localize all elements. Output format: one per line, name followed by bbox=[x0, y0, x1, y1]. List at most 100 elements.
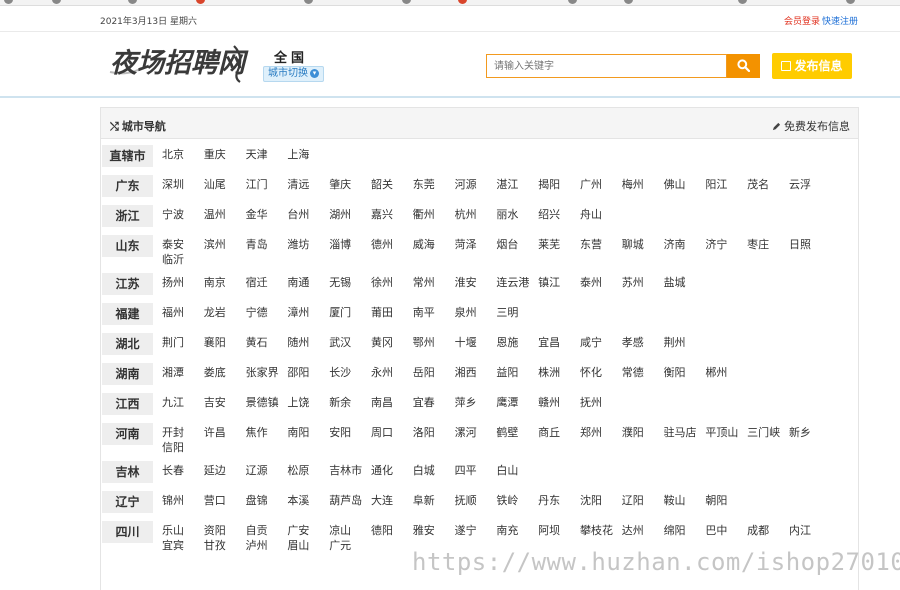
bookmark-item[interactable] bbox=[4, 0, 16, 5]
city-link[interactable]: 南平 bbox=[413, 305, 455, 320]
city-link[interactable]: 佛山 bbox=[664, 177, 706, 192]
city-link[interactable]: 泉州 bbox=[455, 305, 497, 320]
city-link[interactable]: 开封 bbox=[162, 425, 204, 440]
city-link[interactable]: 许昌 bbox=[204, 425, 246, 440]
city-link[interactable]: 萍乡 bbox=[455, 395, 497, 410]
city-link[interactable]: 荆州 bbox=[664, 335, 706, 350]
city-link[interactable]: 新乡 bbox=[789, 425, 831, 440]
city-link[interactable]: 鹰潭 bbox=[496, 395, 538, 410]
city-link[interactable]: 深圳 bbox=[162, 177, 204, 192]
city-link[interactable]: 三门峡 bbox=[747, 425, 789, 440]
city-link[interactable]: 怀化 bbox=[580, 365, 622, 380]
city-link[interactable]: 随州 bbox=[287, 335, 329, 350]
city-link[interactable]: 南昌 bbox=[371, 395, 413, 410]
city-link[interactable]: 镇江 bbox=[538, 275, 580, 290]
city-link[interactable]: 信阳 bbox=[162, 440, 204, 455]
city-link[interactable]: 绵阳 bbox=[664, 523, 706, 538]
city-link[interactable]: 河源 bbox=[455, 177, 497, 192]
city-link[interactable]: 长春 bbox=[162, 463, 204, 478]
city-link[interactable]: 乐山 bbox=[162, 523, 204, 538]
city-link[interactable]: 枣庄 bbox=[747, 237, 789, 252]
city-link[interactable]: 雅安 bbox=[413, 523, 455, 538]
city-link[interactable]: 南通 bbox=[287, 275, 329, 290]
city-link[interactable]: 苏州 bbox=[622, 275, 664, 290]
city-link[interactable]: 东莞 bbox=[413, 177, 455, 192]
city-link[interactable]: 吉安 bbox=[204, 395, 246, 410]
city-link[interactable]: 抚州 bbox=[580, 395, 622, 410]
city-link[interactable]: 梅州 bbox=[622, 177, 664, 192]
city-link[interactable]: 阿坝 bbox=[538, 523, 580, 538]
city-link[interactable]: 台州 bbox=[287, 207, 329, 222]
city-link[interactable]: 商丘 bbox=[538, 425, 580, 440]
city-link[interactable]: 丽水 bbox=[496, 207, 538, 222]
bookmark-item[interactable] bbox=[846, 0, 858, 5]
city-link[interactable]: 绍兴 bbox=[538, 207, 580, 222]
city-link[interactable]: 重庆 bbox=[204, 147, 246, 162]
city-link[interactable]: 黄冈 bbox=[371, 335, 413, 350]
city-link[interactable]: 吉林市 bbox=[329, 463, 371, 478]
free-publish-link[interactable]: 免费发布信息 bbox=[772, 118, 850, 134]
city-link[interactable]: 攀枝花 bbox=[580, 523, 622, 538]
city-link[interactable]: 湘西 bbox=[455, 365, 497, 380]
city-link[interactable]: 宜宾 bbox=[162, 538, 204, 553]
city-link[interactable]: 广安 bbox=[287, 523, 329, 538]
city-link[interactable]: 赣州 bbox=[538, 395, 580, 410]
city-link[interactable]: 金华 bbox=[246, 207, 288, 222]
city-link[interactable]: 抚顺 bbox=[455, 493, 497, 508]
city-link[interactable]: 广元 bbox=[329, 538, 371, 553]
city-link[interactable]: 青岛 bbox=[246, 237, 288, 252]
city-link[interactable]: 淄博 bbox=[329, 237, 371, 252]
city-link[interactable]: 漳州 bbox=[287, 305, 329, 320]
bookmark-item[interactable] bbox=[128, 0, 140, 5]
city-link[interactable]: 南阳 bbox=[287, 425, 329, 440]
city-link[interactable]: 徐州 bbox=[371, 275, 413, 290]
city-link[interactable]: 淮安 bbox=[455, 275, 497, 290]
city-link[interactable]: 阜新 bbox=[413, 493, 455, 508]
city-link[interactable]: 四平 bbox=[455, 463, 497, 478]
city-link[interactable]: 恩施 bbox=[496, 335, 538, 350]
city-link[interactable]: 济宁 bbox=[705, 237, 747, 252]
city-link[interactable]: 揭阳 bbox=[538, 177, 580, 192]
city-link[interactable]: 松原 bbox=[287, 463, 329, 478]
city-link[interactable]: 烟台 bbox=[496, 237, 538, 252]
city-link[interactable]: 江门 bbox=[246, 177, 288, 192]
city-link[interactable]: 凉山 bbox=[329, 523, 371, 538]
city-link[interactable]: 菏泽 bbox=[455, 237, 497, 252]
city-link[interactable]: 武汉 bbox=[329, 335, 371, 350]
city-link[interactable]: 黄石 bbox=[246, 335, 288, 350]
city-link[interactable]: 岳阳 bbox=[413, 365, 455, 380]
city-link[interactable]: 舟山 bbox=[580, 207, 622, 222]
city-link[interactable]: 南京 bbox=[204, 275, 246, 290]
bookmark-item[interactable] bbox=[304, 0, 316, 5]
city-link[interactable]: 泰州 bbox=[580, 275, 622, 290]
city-link[interactable]: 本溪 bbox=[287, 493, 329, 508]
city-link[interactable]: 肇庆 bbox=[329, 177, 371, 192]
city-link[interactable]: 潍坊 bbox=[287, 237, 329, 252]
city-link[interactable]: 周口 bbox=[371, 425, 413, 440]
bookmark-item[interactable] bbox=[52, 0, 64, 5]
city-link[interactable]: 临沂 bbox=[162, 252, 204, 267]
city-link[interactable]: 葫芦岛 bbox=[329, 493, 371, 508]
city-link[interactable]: 莆田 bbox=[371, 305, 413, 320]
city-link[interactable]: 延边 bbox=[204, 463, 246, 478]
city-link[interactable]: 鄂州 bbox=[413, 335, 455, 350]
city-link[interactable]: 泰安 bbox=[162, 237, 204, 252]
city-link[interactable]: 北京 bbox=[162, 147, 204, 162]
search-input[interactable] bbox=[486, 54, 727, 78]
city-link[interactable]: 杭州 bbox=[455, 207, 497, 222]
city-link[interactable]: 温州 bbox=[204, 207, 246, 222]
city-link[interactable]: 南充 bbox=[496, 523, 538, 538]
city-link[interactable]: 眉山 bbox=[287, 538, 329, 553]
city-link[interactable]: 辽阳 bbox=[622, 493, 664, 508]
city-link[interactable]: 甘孜 bbox=[204, 538, 246, 553]
city-link[interactable]: 漯河 bbox=[455, 425, 497, 440]
city-link[interactable]: 白山 bbox=[496, 463, 538, 478]
city-link[interactable]: 永州 bbox=[371, 365, 413, 380]
bookmark-item[interactable] bbox=[458, 0, 470, 5]
city-link[interactable]: 泸州 bbox=[246, 538, 288, 553]
city-link[interactable]: 资阳 bbox=[204, 523, 246, 538]
city-link[interactable]: 自贡 bbox=[246, 523, 288, 538]
city-link[interactable]: 孝感 bbox=[622, 335, 664, 350]
city-link[interactable]: 濮阳 bbox=[622, 425, 664, 440]
city-link[interactable]: 宜春 bbox=[413, 395, 455, 410]
